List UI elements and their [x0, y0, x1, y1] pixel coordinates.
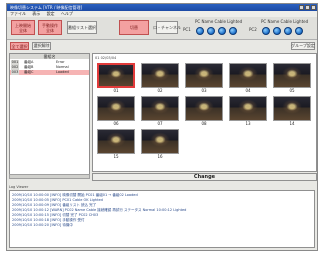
switch-label: 切替: [130, 25, 138, 30]
log-line: 2009/10/10 10:00:20 [INFO] 待機中: [12, 223, 73, 227]
thumbnail-label: 03: [201, 88, 207, 93]
status-light-icon: [273, 27, 281, 35]
thumbnail-label: 16: [157, 154, 163, 159]
log-label: Log Viewer: [9, 185, 29, 189]
thumbnail-image: [97, 129, 135, 154]
thumbnail-image: [141, 63, 179, 88]
program-list-label: 番組リスト選択: [68, 24, 96, 30]
thumbnail[interactable]: 02: [141, 63, 179, 94]
log-line: 2009/10/10 10:00:05 [INFO] PC01 Cable OK…: [12, 198, 103, 202]
thumbnail-label: 04: [245, 88, 251, 93]
maximize-button[interactable]: [305, 5, 310, 10]
start-all-sublabel: 全体: [19, 27, 27, 33]
thumbnail-tabs[interactable]: 01 02/03/04: [95, 56, 116, 60]
manual-all-button[interactable]: 手動操作 全体: [38, 20, 62, 35]
pc-group-2-side-label: PC2: [249, 27, 257, 32]
start-all-button[interactable]: 上映開始 全体: [11, 20, 35, 35]
program-name-cell: 番組C: [24, 70, 34, 74]
select-all-label: 全て選択: [11, 43, 28, 49]
thumbnail-image: [97, 96, 135, 121]
title-bar: 映像切替システム [VTR / 映像配信管理]: [7, 4, 317, 11]
status-light-icon: [196, 27, 204, 35]
thumbnail-label: 02: [157, 88, 163, 93]
group-settings-label: グループ設定: [291, 43, 315, 48]
thumbnail[interactable]: 07: [141, 96, 179, 127]
thumbnail[interactable]: 04: [229, 63, 267, 94]
thumbnail-image: [229, 63, 267, 88]
status-light-icon: [229, 27, 237, 35]
minimize-button[interactable]: [299, 5, 304, 10]
thumbnail-label: 05: [289, 88, 295, 93]
row-number: 003: [11, 70, 19, 75]
application-window: 映像切替システム [VTR / 映像配信管理] ファイル 表示 設定 ヘルプ 上…: [6, 3, 318, 251]
thumbnail[interactable]: 08: [185, 96, 223, 127]
thumbnail-image: [273, 63, 311, 88]
menu-settings[interactable]: 設定: [47, 11, 55, 16]
thumbnail[interactable]: 14: [273, 96, 311, 127]
thumbnail-image: [185, 63, 223, 88]
pc-group-2-header: PC Name Cable Lighted: [261, 19, 309, 24]
menu-file[interactable]: ファイル: [10, 11, 26, 16]
channel-label: ロ・チャンネル: [153, 24, 181, 30]
pc-group-1-side-label: PC1: [183, 27, 191, 32]
table-header: 番組名: [10, 54, 89, 59]
window-controls: [298, 5, 316, 10]
log-panel: 2009/10/10 10:00:00 [INFO] 映像切替 開始 PC01 …: [9, 190, 315, 248]
group-settings-button[interactable]: グループ設定: [291, 42, 315, 50]
program-table: 番組名 001 番組A Error 002 番組B Normal 003 番組C…: [9, 53, 90, 178]
pc-status-group-2: PC Name Cable Lighted PC2: [249, 19, 317, 37]
thumbnail-image: [141, 96, 179, 121]
thumbnail-label: 14: [289, 121, 295, 126]
change-button[interactable]: Change: [92, 173, 317, 181]
menu-help[interactable]: ヘルプ: [61, 11, 73, 16]
program-list-button[interactable]: 番組リスト選択: [67, 21, 97, 34]
thumbnail[interactable]: 15: [97, 129, 135, 160]
manual-all-sublabel: 全体: [46, 27, 54, 33]
window-title: 映像切替システム [VTR / 映像配信管理]: [10, 5, 83, 10]
thumbnail-label: 13: [245, 121, 251, 126]
thumbnail-label: 01: [113, 88, 119, 93]
thumbnail-label: 15: [113, 154, 119, 159]
horizontal-scrollbar[interactable]: [9, 174, 90, 179]
thumbnail-image: [273, 96, 311, 121]
deselect-button[interactable]: 選択解除: [32, 42, 51, 50]
status-light-icon: [218, 27, 226, 35]
status-light-icon: [284, 27, 292, 35]
thumbnail-label: 07: [157, 121, 163, 126]
thumbnail-image: [141, 129, 179, 154]
status-cell: Loaded: [56, 70, 69, 74]
thumbnail[interactable]: 03: [185, 63, 223, 94]
thumbnail-panel: 01 02/03/04 01 02 03 04 05 06 07 08 13 14 15 16: [92, 53, 317, 172]
thumbnail-selected[interactable]: 01: [97, 63, 135, 94]
thumbnail[interactable]: 05: [273, 63, 311, 94]
deselect-label: 選択解除: [33, 43, 50, 48]
thumbnail-label: 08: [201, 121, 207, 126]
thumbnail[interactable]: 16: [141, 129, 179, 160]
pc-group-1-header: PC Name Cable Lighted: [195, 19, 243, 24]
close-button[interactable]: [311, 5, 316, 10]
thumbnail-image: [185, 96, 223, 121]
thumbnail-image: [229, 96, 267, 121]
channel-button[interactable]: ロ・チャンネル: [153, 21, 181, 34]
status-light-icon: [262, 27, 270, 35]
thumbnail-image: [97, 63, 135, 88]
status-light-icon: [295, 27, 303, 35]
pc-status-group-1: PC Name Cable Lighted PC1: [183, 19, 247, 37]
toolbar: 上映開始 全体 手動操作 全体 番組リスト選択 切替 ロ・チャンネル PC Na…: [7, 17, 317, 40]
thumbnail[interactable]: 06: [97, 96, 135, 127]
screen: 映像切替システム [VTR / 映像配信管理] ファイル 表示 設定 ヘルプ 上…: [0, 0, 322, 254]
table-row-selected[interactable]: 003 番組C Loaded: [10, 70, 89, 75]
status-light-icon: [207, 27, 215, 35]
thumbnail-label: 06: [113, 121, 119, 126]
menu-view[interactable]: 表示: [32, 11, 40, 16]
switch-button[interactable]: 切替: [119, 20, 149, 35]
select-all-button[interactable]: 全て選択: [10, 42, 29, 50]
thumbnail[interactable]: 13: [229, 96, 267, 127]
sub-toolbar: 全て選択 選択解除 グループ設定: [7, 40, 317, 52]
